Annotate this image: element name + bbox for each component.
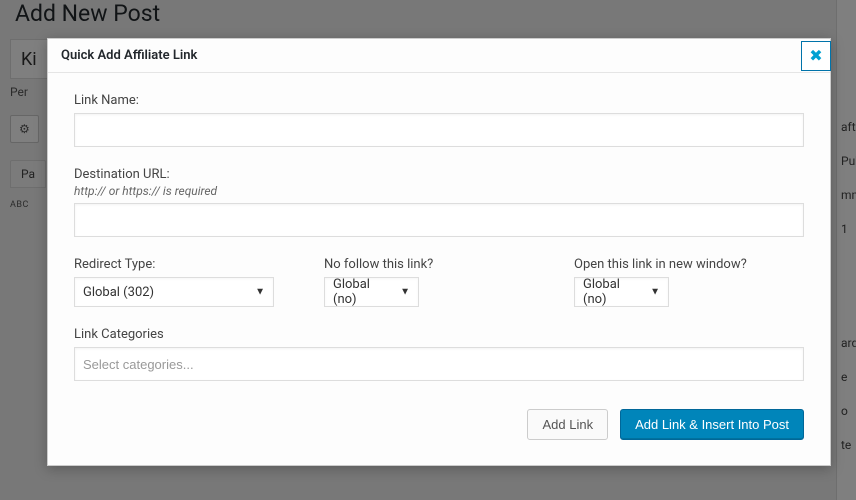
new-window-select[interactable]: Global (no) ▼ xyxy=(574,277,669,307)
new-window-value: Global (no) xyxy=(583,277,644,307)
redirect-type-col: Redirect Type: Global (302) ▼ xyxy=(74,257,304,307)
redirect-type-select[interactable]: Global (302) ▼ xyxy=(74,277,274,307)
modal-footer: Add Link Add Link & Insert Into Post xyxy=(74,401,804,440)
close-icon: ✖ xyxy=(809,46,822,65)
modal-body: Link Name: Destination URL: http:// or h… xyxy=(48,73,830,465)
add-link-button[interactable]: Add Link xyxy=(527,409,608,440)
quick-add-affiliate-modal: Quick Add Affiliate Link ✖ Link Name: De… xyxy=(47,38,831,466)
no-follow-label: No follow this link? xyxy=(324,257,554,272)
destination-url-hint: http:// or https:// is required xyxy=(74,184,804,198)
link-name-label: Link Name: xyxy=(74,93,804,108)
link-categories-row: Link Categories xyxy=(74,327,804,381)
destination-url-row: Destination URL: http:// or https:// is … xyxy=(74,167,804,237)
link-categories-label: Link Categories xyxy=(74,327,804,342)
modal-header: Quick Add Affiliate Link ✖ xyxy=(48,39,830,73)
no-follow-value: Global (no) xyxy=(333,277,394,307)
chevron-down-icon: ▼ xyxy=(650,287,660,298)
chevron-down-icon: ▼ xyxy=(255,287,265,298)
no-follow-col: No follow this link? Global (no) ▼ xyxy=(324,257,554,307)
redirect-type-label: Redirect Type: xyxy=(74,257,304,272)
link-name-input[interactable] xyxy=(74,113,804,147)
options-row: Redirect Type: Global (302) ▼ No follow … xyxy=(74,257,804,307)
no-follow-select[interactable]: Global (no) ▼ xyxy=(324,277,419,307)
new-window-label: Open this link in new window? xyxy=(574,257,804,272)
link-name-row: Link Name: xyxy=(74,93,804,147)
destination-url-input[interactable] xyxy=(74,203,804,237)
close-button[interactable]: ✖ xyxy=(801,41,831,71)
destination-url-label: Destination URL: xyxy=(74,167,804,182)
chevron-down-icon: ▼ xyxy=(400,287,410,298)
link-categories-input[interactable] xyxy=(74,347,804,381)
redirect-type-value: Global (302) xyxy=(83,285,154,300)
new-window-col: Open this link in new window? Global (no… xyxy=(574,257,804,307)
modal-title: Quick Add Affiliate Link xyxy=(61,48,197,63)
add-link-insert-button[interactable]: Add Link & Insert Into Post xyxy=(620,409,804,440)
